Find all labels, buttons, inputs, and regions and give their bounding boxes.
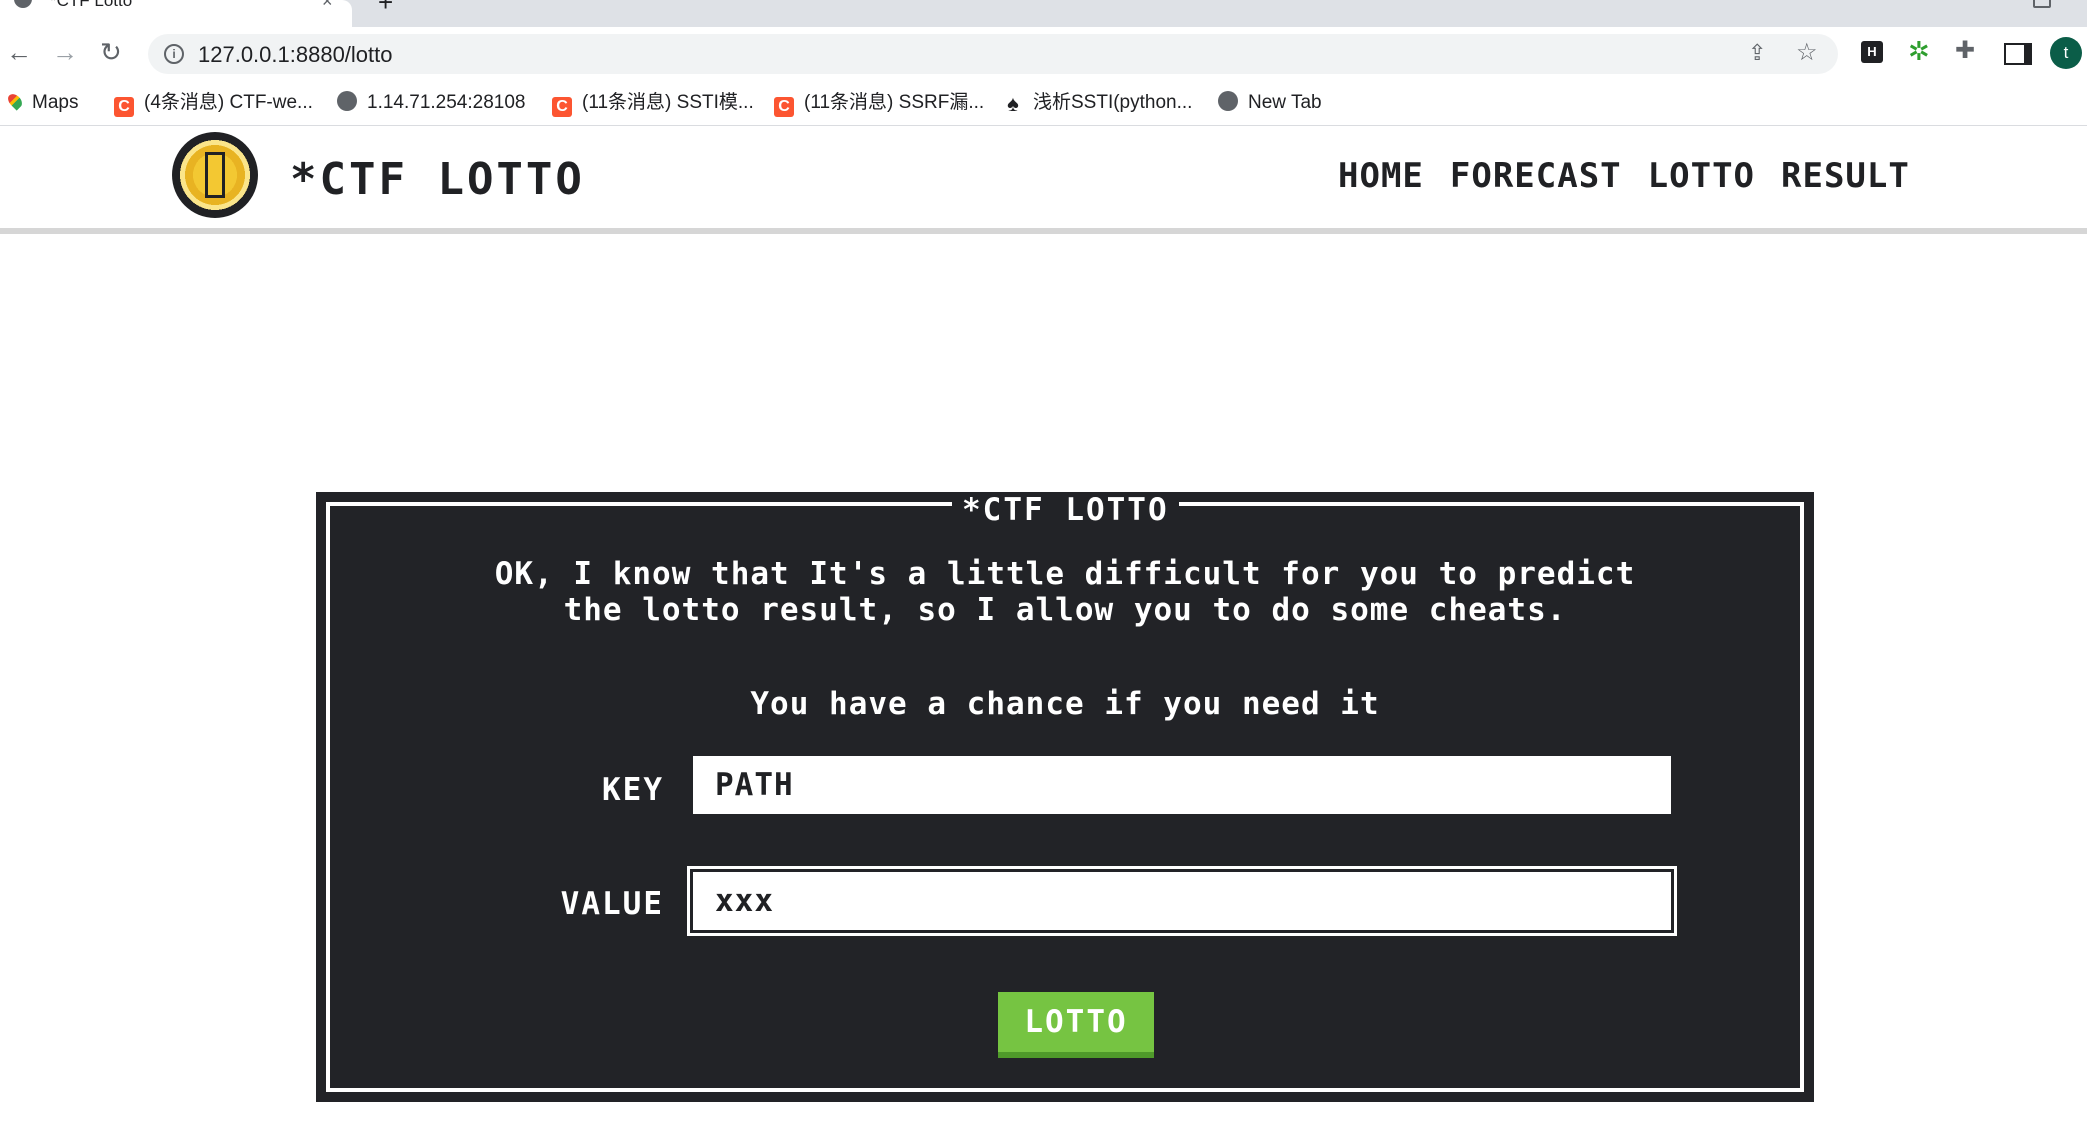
tab-favicon-icon	[14, 0, 32, 8]
intro-line-2: the lotto result, so I allow you to do s…	[563, 592, 1567, 628]
csdn-icon: C	[114, 97, 134, 117]
intro-line-1: OK, I know that It's a little difficult …	[494, 556, 1636, 592]
info-icon[interactable]: i	[164, 44, 184, 64]
globe-icon	[337, 91, 357, 111]
browser-tab-active[interactable]: *CTF Lotto ×	[0, 0, 352, 27]
site-header: *CTF LOTTO HOME FORECAST LOTTO RESULT	[0, 126, 2087, 234]
bookmarks-bar: Maps C (4条消息) CTF-we... 1.14.71.254:28108…	[0, 81, 2087, 126]
bookmark-label: 浅析SSTI(python...	[1033, 92, 1193, 113]
bookmark-label: Maps	[32, 92, 79, 113]
panel-legend: *CTF LOTTO	[952, 494, 1179, 526]
coin-logo-icon[interactable]	[172, 132, 258, 218]
bookmark-label: (11条消息) SSTI模...	[582, 92, 754, 113]
puzzle-icon[interactable]: ✚	[1955, 36, 1977, 64]
share-icon[interactable]: ⇪	[1748, 40, 1766, 66]
address-bar[interactable]: i 127.0.0.1:8880/lotto ⇪ ☆	[148, 34, 1838, 74]
bookmark-ip[interactable]: 1.14.71.254:28108	[337, 91, 526, 115]
lotto-panel: *CTF LOTTO OK, I know that It's a little…	[316, 492, 1814, 1102]
bookmark-ssti-python[interactable]: ♠ 浅析SSTI(python...	[1003, 91, 1192, 115]
tab-close-icon[interactable]: ×	[322, 0, 333, 12]
reload-icon[interactable]: ↻	[100, 37, 122, 67]
url-text[interactable]: 127.0.0.1:8880/lotto	[198, 42, 393, 68]
bookmark-maps[interactable]: Maps	[5, 91, 79, 115]
back-icon[interactable]: ←	[6, 37, 32, 67]
lotto-button[interactable]: LOTTO	[998, 992, 1154, 1058]
bookmark-new-tab[interactable]: New Tab	[1218, 91, 1322, 115]
globe-icon	[1218, 91, 1238, 111]
tab-title: *CTF Lotto	[50, 0, 133, 10]
bookmark-label: (4条消息) CTF-we...	[144, 92, 313, 113]
site-title[interactable]: *CTF LOTTO	[290, 154, 585, 205]
bookmark-label: 1.14.71.254:28108	[367, 92, 526, 113]
lotto-panel-frame: *CTF LOTTO OK, I know that It's a little…	[326, 494, 1804, 1092]
star-icon[interactable]: ☆	[1796, 38, 1818, 67]
spade-icon: ♠	[1007, 91, 1019, 116]
bookmark-label: (11条消息) SSRF漏...	[804, 92, 985, 113]
csdn-icon: C	[552, 97, 572, 117]
site-nav: HOME FORECAST LOTTO RESULT	[1338, 156, 1910, 196]
browser-toolbar: ← → ↻ i 127.0.0.1:8880/lotto ⇪ ☆ H ✲ ✚ t	[0, 27, 2087, 81]
maps-pin-icon	[5, 91, 25, 111]
h-extension-icon[interactable]: H	[1861, 41, 1883, 63]
bookmark-csdn-ssti[interactable]: C (11条消息) SSTI模...	[552, 91, 754, 117]
bookmark-label: New Tab	[1248, 92, 1322, 113]
value-label: VALUE	[560, 886, 664, 922]
avatar[interactable]: t	[2050, 37, 2082, 69]
chance-text: You have a chance if you need it	[750, 686, 1380, 722]
value-input[interactable]	[693, 872, 1671, 930]
nav-forecast[interactable]: FORECAST	[1450, 156, 1622, 196]
key-input[interactable]	[693, 756, 1671, 814]
intro-text: OK, I know that It's a little difficult …	[330, 556, 1800, 628]
new-tab-button[interactable]: +	[378, 0, 393, 18]
key-label: KEY	[602, 772, 664, 808]
nav-home[interactable]: HOME	[1338, 156, 1424, 196]
csdn-icon: C	[774, 97, 794, 117]
gear-extension-icon[interactable]: ✲	[1908, 36, 1936, 66]
bookmark-csdn-ctf[interactable]: C (4条消息) CTF-we...	[114, 91, 313, 117]
side-panel-icon[interactable]	[2004, 43, 2032, 65]
nav-result[interactable]: RESULT	[1781, 156, 1910, 196]
nav-lotto[interactable]: LOTTO	[1648, 156, 1755, 196]
window-restore-icon[interactable]	[2033, 0, 2051, 8]
bookmark-csdn-ssrf[interactable]: C (11条消息) SSRF漏...	[774, 91, 985, 117]
browser-tab-strip: *CTF Lotto × +	[0, 0, 2087, 27]
forward-icon[interactable]: →	[52, 37, 78, 67]
